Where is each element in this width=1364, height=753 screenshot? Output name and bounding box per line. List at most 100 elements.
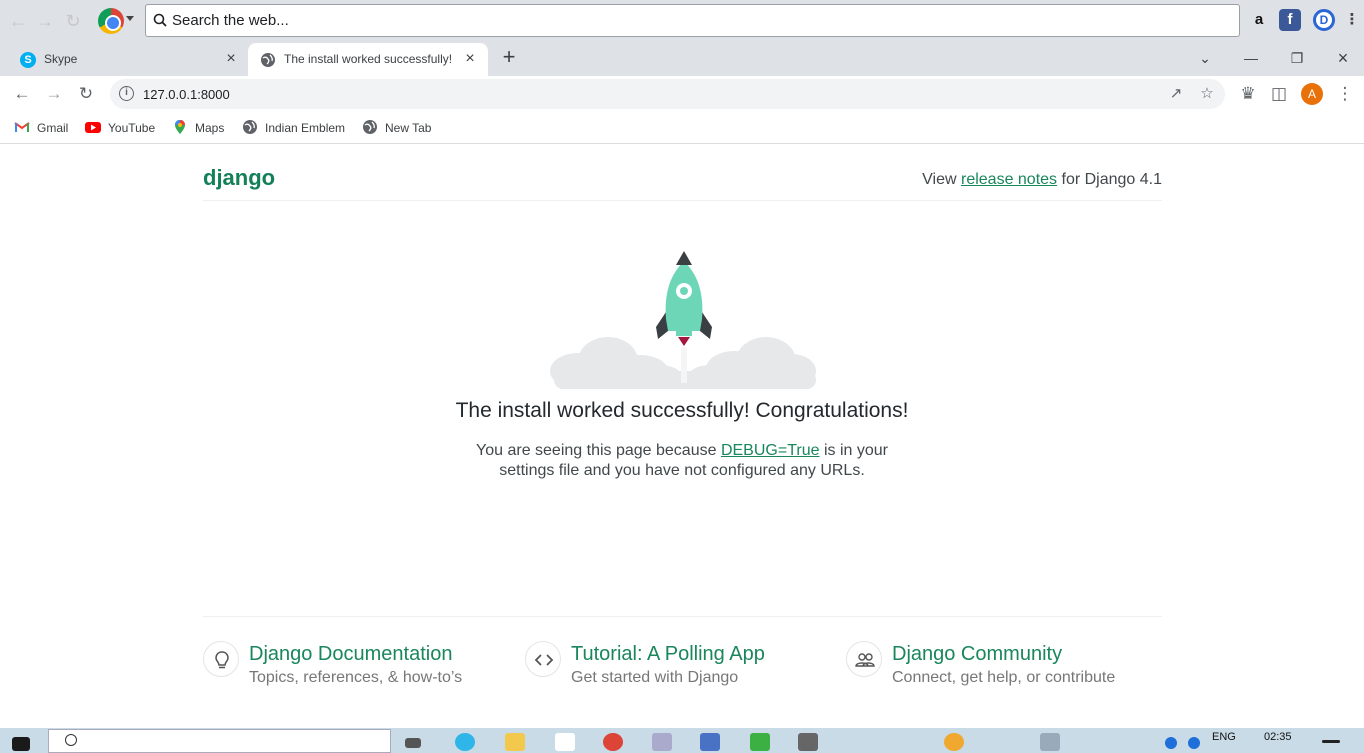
url-text: 127.0.0.1:8000 — [143, 87, 230, 102]
maps-icon — [175, 120, 185, 134]
bookmark-label: Indian Emblem — [265, 121, 346, 135]
debug-true-link[interactable]: DEBUG=True — [721, 442, 820, 459]
taskbar-app-icon[interactable] — [700, 733, 720, 751]
tray-icon[interactable] — [1165, 737, 1177, 749]
avatar[interactable]: A — [1301, 83, 1323, 105]
task-view-icon[interactable] — [405, 738, 421, 748]
chrome-logo-icon[interactable] — [98, 8, 124, 34]
card-description: Topics, references, & how-to’s — [249, 669, 463, 686]
bookmark-new-tab[interactable]: New Tab — [362, 119, 431, 137]
d-extension-icon[interactable]: D — [1313, 9, 1335, 31]
reload-icon[interactable]: ↻ — [76, 84, 96, 104]
close-icon[interactable]: × — [461, 50, 479, 68]
restore-button[interactable]: ❐ — [1283, 46, 1311, 70]
django-logo[interactable]: django — [203, 165, 275, 191]
success-headline: The install worked successfully! Congrat… — [455, 399, 909, 422]
edge-icon[interactable] — [455, 733, 475, 751]
windows-start-icon[interactable] — [12, 737, 30, 751]
taskbar-search-input[interactable] — [48, 729, 391, 753]
taskbar-app-icon[interactable] — [798, 733, 818, 751]
bookmark-label: New Tab — [385, 121, 432, 135]
browser-toolbar: ← → ↻ i 127.0.0.1:8000 ↗ ☆ ♛ ◫ A ⋮ — [0, 76, 1364, 112]
reload-icon[interactable]: ↻ — [63, 11, 83, 31]
tab-django[interactable]: The install worked successfully! C × — [248, 43, 488, 76]
close-icon[interactable]: × — [222, 50, 240, 68]
people-icon — [855, 653, 875, 667]
chevron-down-icon[interactable] — [126, 16, 134, 21]
debug-explanation: You are seeing this page because DEBUG=T… — [0, 441, 1364, 481]
facebook-icon[interactable]: f — [1279, 9, 1301, 31]
bookmark-label: YouTube — [108, 121, 156, 135]
tray-icon[interactable] — [1188, 737, 1200, 749]
kebab-menu-icon[interactable]: ⋮ — [1341, 9, 1363, 31]
sub-mid: is in your — [819, 442, 888, 459]
release-notes-line: View release notes for Django 4.1 — [922, 171, 1162, 189]
globe-icon — [261, 53, 275, 67]
taskbar-app-icon[interactable] — [652, 733, 672, 751]
forward-arrow-icon[interactable]: → — [44, 84, 64, 104]
gmail-icon — [14, 122, 30, 132]
footer-divider — [203, 616, 1162, 617]
file-explorer-icon[interactable] — [505, 733, 525, 751]
card-title[interactable]: Django Documentation — [249, 643, 452, 666]
tab-skype[interactable]: S Skype × — [8, 43, 248, 76]
globe-icon — [363, 120, 377, 134]
kebab-menu-icon[interactable]: ⋮ — [1335, 84, 1355, 104]
sub-line-2: settings file and you have not configure… — [499, 462, 865, 479]
card-title[interactable]: Django Community — [892, 643, 1062, 666]
close-window-button[interactable]: × — [1329, 46, 1357, 70]
header-divider — [203, 200, 1162, 201]
card-title[interactable]: Tutorial: A Polling App — [571, 643, 765, 666]
bookmark-gmail[interactable]: Gmail — [14, 119, 68, 137]
release-prefix: View — [922, 171, 961, 188]
bookmark-maps[interactable]: Maps — [172, 119, 224, 137]
language-indicator[interactable]: ENG — [1212, 731, 1236, 743]
globe-icon — [243, 120, 257, 134]
top-search-bar: ← → ↻ Search the web... a f D ⋮ — [0, 0, 1364, 42]
card-description: Get started with Django — [571, 669, 739, 686]
amazon-icon[interactable]: a — [1248, 9, 1270, 31]
minimize-button[interactable]: — — [1237, 46, 1265, 70]
card-description: Connect, get help, or contribute — [892, 669, 1116, 686]
tab-title: Skype — [44, 52, 78, 66]
store-icon[interactable] — [555, 733, 575, 751]
notification-icon[interactable] — [1322, 740, 1340, 743]
extensions-puzzle-icon[interactable]: ♛ — [1238, 84, 1258, 104]
web-search-input[interactable]: Search the web... — [145, 4, 1240, 37]
search-icon — [153, 13, 167, 27]
info-icon[interactable]: i — [119, 86, 134, 101]
star-icon[interactable]: ☆ — [1198, 85, 1216, 103]
bookmark-label: Gmail — [37, 121, 69, 135]
lightbulb-icon — [215, 651, 229, 669]
web-search-placeholder: Search the web... — [172, 12, 289, 29]
back-arrow-icon[interactable]: ← — [8, 11, 28, 31]
clock[interactable]: 02:35 — [1264, 731, 1292, 743]
share-icon[interactable]: ↗ — [1167, 85, 1185, 103]
youtube-icon — [85, 122, 101, 133]
tab-title: The install worked successfully! C — [284, 52, 456, 66]
django-welcome-page: django View release notes for Django 4.1 — [0, 145, 1364, 728]
bookmark-indian-emblem[interactable]: Indian Emblem — [242, 119, 345, 137]
chrome-taskbar-icon[interactable] — [603, 733, 623, 751]
sub-prefix: You are seeing this page because — [476, 442, 721, 459]
bookmark-youtube[interactable]: YouTube — [85, 119, 155, 137]
tab-search-chevron-icon[interactable]: ⌄ — [1191, 46, 1219, 70]
forward-arrow-icon[interactable]: → — [35, 11, 55, 31]
skype-icon: S — [20, 52, 36, 68]
release-notes-link[interactable]: release notes — [961, 171, 1057, 188]
windows-taskbar: ENG 02:35 — [0, 728, 1364, 753]
bookmark-label: Maps — [195, 121, 225, 135]
tray-icon[interactable] — [1040, 733, 1060, 751]
release-suffix: for Django 4.1 — [1057, 171, 1162, 188]
circle-badge — [525, 641, 561, 677]
bookmarks-bar: Gmail YouTube Maps Indian Emblem New Tab — [0, 112, 1364, 144]
address-bar[interactable]: i 127.0.0.1:8000 ↗ ☆ — [110, 79, 1225, 109]
rocket-illustration — [550, 251, 816, 389]
taskbar-app-icon[interactable] — [750, 733, 770, 751]
taskbar-app-icon[interactable] — [944, 733, 964, 751]
circle-badge — [203, 641, 239, 677]
side-panel-icon[interactable]: ◫ — [1269, 84, 1289, 104]
back-arrow-icon[interactable]: ← — [12, 84, 32, 104]
code-icon — [534, 654, 554, 666]
new-tab-button[interactable]: + — [498, 46, 520, 69]
